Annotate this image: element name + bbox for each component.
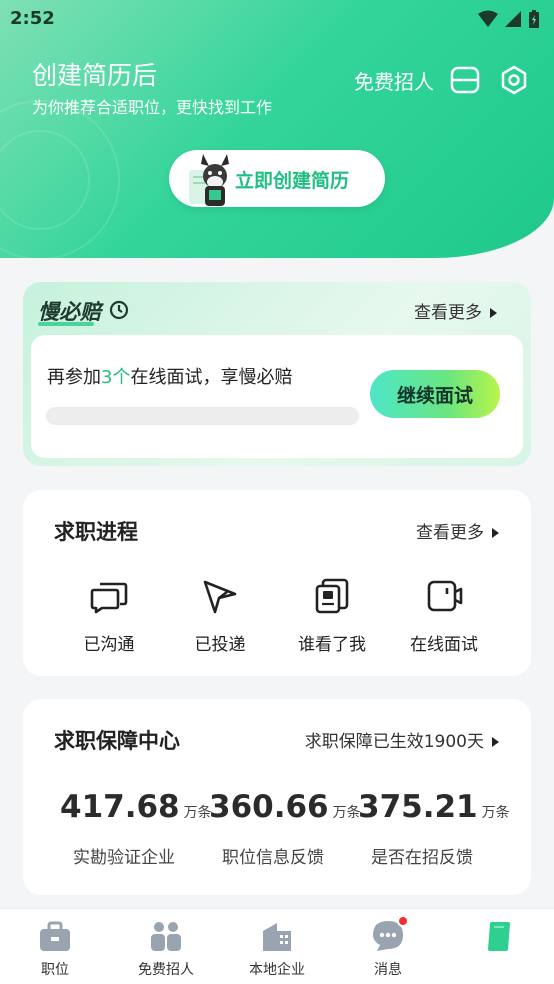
job-progress-more-link[interactable]: 查看更多	[416, 518, 499, 543]
slow-comp-more-label: 查看更多	[414, 303, 482, 323]
send-icon	[203, 580, 237, 614]
slow-comp-text-after: 在线面试，享慢必赔	[130, 367, 293, 388]
progress-item-label: 谁看了我	[298, 635, 366, 655]
slow-comp-more-link[interactable]: 查看更多	[414, 298, 497, 323]
status-icons	[478, 9, 540, 29]
job-progress-title: 求职进程	[54, 520, 138, 544]
guarantee-status: 求职保障已生效1900天	[304, 732, 484, 752]
job-progress-more-label: 查看更多	[416, 523, 484, 543]
stat-label: 职位信息反馈	[222, 848, 324, 868]
create-resume-label: 立即创建简历	[235, 170, 350, 192]
unread-badge	[397, 915, 409, 927]
stat-label: 是否在招反馈	[371, 848, 473, 868]
progress-item-label: 已投递	[194, 635, 246, 655]
slow-comp-count: 3个	[101, 367, 131, 388]
status-bar: 2:52	[0, 0, 554, 38]
header-title: 创建简历后	[32, 61, 158, 90]
slow-comp-underline	[38, 322, 94, 326]
people-icon	[149, 919, 183, 953]
stat-unit: 万条	[183, 805, 212, 821]
nav-label: 消息	[374, 962, 402, 978]
stat-value: 417.68	[60, 789, 180, 825]
nav-label: 免费招人	[138, 962, 194, 978]
message-icon	[371, 915, 409, 953]
nav-label: 职位	[41, 962, 69, 978]
signal-icon	[505, 11, 521, 27]
nav-item-free-recruit[interactable]: 免费招人	[111, 919, 221, 979]
wifi-icon	[478, 10, 498, 27]
nav-item-messages[interactable]: 消息	[333, 915, 443, 979]
stat-job-feedback: 360.66 万条	[209, 789, 361, 825]
profile-icon	[482, 919, 516, 953]
stat-unit: 万条	[481, 805, 510, 821]
slow-comp-inner: 再参加3个在线面试，享慢必赔 继续面试	[31, 335, 523, 458]
nav-item-profile[interactable]	[444, 919, 554, 959]
stat-label: 实勘验证企业	[73, 848, 175, 868]
chat-icon	[90, 582, 128, 614]
arrow-right-icon	[492, 737, 499, 747]
video-icon	[427, 580, 463, 612]
job-guarantee-card: 求职保障中心 求职保障已生效1900天 417.68 万条 360.66 万条 37…	[23, 699, 531, 895]
donkey-mascot-icon	[189, 154, 229, 206]
stat-unit: 万条	[332, 805, 361, 821]
nav-item-jobs[interactable]: 职位	[0, 919, 110, 979]
interview-progress-bar	[46, 407, 359, 425]
create-resume-button[interactable]: 立即创建简历	[169, 150, 385, 207]
progress-item-viewed-me[interactable]: 谁看了我	[282, 578, 382, 655]
settings-icon[interactable]	[498, 64, 530, 96]
slow-compensation-card[interactable]: 慢必赔 查看更多 再参加3个在线面试，享慢必赔 继续面试	[23, 282, 531, 466]
progress-item-label: 在线面试	[410, 635, 478, 655]
free-recruit-link[interactable]: 免费招人	[354, 66, 434, 95]
guarantee-status-link[interactable]: 求职保障已生效1900天	[305, 727, 499, 752]
guarantee-title: 求职保障中心	[54, 729, 180, 753]
progress-item-communicated[interactable]: 已沟通	[59, 578, 159, 655]
nav-label: 本地企业	[249, 962, 305, 978]
resume-view-icon	[315, 578, 349, 614]
job-progress-card: 求职进程 查看更多 已沟通 已投递 谁看了我 在线面试	[23, 490, 531, 676]
header-subtitle: 为你推荐合适职位，更快找到工作	[32, 98, 273, 117]
switch-role-icon[interactable]	[450, 66, 480, 94]
arrow-right-icon	[490, 308, 497, 318]
header-banner: 2:52 创建简历后 为你推荐合适职位，更快找到工作 免费招人 立即创建简历	[0, 0, 554, 258]
slow-comp-text: 再参加3个在线面试，享慢必赔	[47, 363, 292, 389]
status-time: 2:52	[10, 8, 55, 29]
bottom-nav: 职位 免费招人 本地企业 消息	[0, 908, 554, 984]
continue-interview-button[interactable]: 继续面试	[370, 370, 500, 418]
briefcase-icon	[38, 919, 72, 953]
progress-item-online-interview[interactable]: 在线面试	[394, 578, 494, 655]
stat-value: 360.66	[209, 789, 329, 825]
clock-icon	[109, 300, 129, 320]
stat-verified-companies: 417.68 万条	[60, 789, 212, 825]
building-icon	[260, 919, 294, 953]
nav-item-local-companies[interactable]: 本地企业	[222, 919, 332, 979]
arrow-right-icon	[492, 528, 499, 538]
battery-icon	[529, 10, 539, 28]
progress-item-label: 已沟通	[83, 635, 135, 655]
slow-comp-text-before: 再参加	[47, 367, 101, 388]
stat-value: 375.21	[358, 789, 478, 825]
progress-item-delivered[interactable]: 已投递	[170, 578, 270, 655]
stat-hiring-feedback: 375.21 万条	[358, 789, 510, 825]
